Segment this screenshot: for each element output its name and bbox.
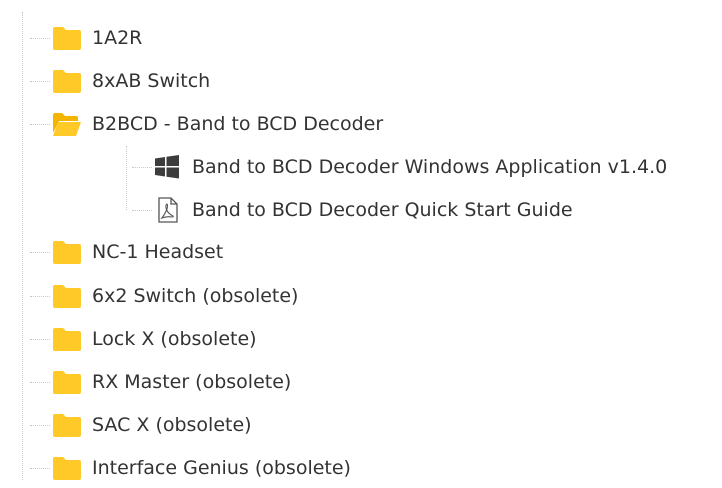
tree-item-label: Band to BCD Decoder Windows Application … [192, 156, 668, 178]
tree-connector [30, 81, 50, 82]
tree-item-label: 6x2 Switch (obsolete) [92, 285, 299, 307]
tree-connector [30, 124, 50, 125]
tree-item-label: SAC X (obsolete) [92, 414, 252, 436]
tree-connector [30, 296, 50, 297]
folder-icon [53, 457, 81, 480]
windows-icon [155, 155, 179, 179]
tree-connector [30, 38, 50, 39]
tree-item-label: 1A2R [92, 27, 143, 49]
folder-icon [53, 285, 81, 308]
tree-connector [132, 167, 152, 168]
tree-item-quick-start-guide[interactable]: Band to BCD Decoder Quick Start Guide [0, 190, 722, 230]
tree-item-label: 8xAB Switch [92, 70, 211, 92]
tree-item-label: Interface Genius (obsolete) [92, 457, 351, 479]
folder-icon [53, 241, 81, 264]
tree-item-rx-master[interactable]: RX Master (obsolete) [0, 362, 722, 402]
tree-connector [30, 425, 50, 426]
tree-item-label: Band to BCD Decoder Quick Start Guide [192, 199, 573, 221]
tree-connector [30, 339, 50, 340]
folder-icon [53, 328, 81, 351]
tree-item-8xab-switch[interactable]: 8xAB Switch [0, 61, 722, 101]
tree-connector [30, 252, 50, 253]
folder-icon [53, 371, 81, 394]
tree-item-interface-genius[interactable]: Interface Genius (obsolete) [0, 448, 722, 488]
file-tree: 1A2R 8xAB Switch B2BCD - Band to BCD Dec… [0, 0, 722, 484]
folder-icon [53, 70, 81, 93]
folder-open-icon [53, 113, 81, 136]
tree-item-1a2r[interactable]: 1A2R [0, 18, 722, 58]
tree-item-windows-application[interactable]: Band to BCD Decoder Windows Application … [0, 147, 722, 187]
tree-connector [30, 382, 50, 383]
tree-connector [132, 210, 152, 211]
folder-icon [53, 27, 81, 50]
tree-item-sac-x[interactable]: SAC X (obsolete) [0, 405, 722, 445]
tree-item-nc1-headset[interactable]: NC-1 Headset [0, 232, 722, 272]
tree-item-label: RX Master (obsolete) [92, 371, 292, 393]
pdf-icon [158, 197, 178, 223]
tree-item-label: Lock X (obsolete) [92, 328, 257, 350]
tree-item-label: B2BCD - Band to BCD Decoder [92, 113, 384, 135]
tree-connector [30, 468, 50, 469]
tree-item-lock-x[interactable]: Lock X (obsolete) [0, 319, 722, 359]
folder-icon [53, 414, 81, 437]
tree-item-label: NC-1 Headset [92, 241, 224, 263]
tree-item-b2bcd[interactable]: B2BCD - Band to BCD Decoder [0, 104, 722, 144]
tree-item-6x2-switch[interactable]: 6x2 Switch (obsolete) [0, 276, 722, 316]
